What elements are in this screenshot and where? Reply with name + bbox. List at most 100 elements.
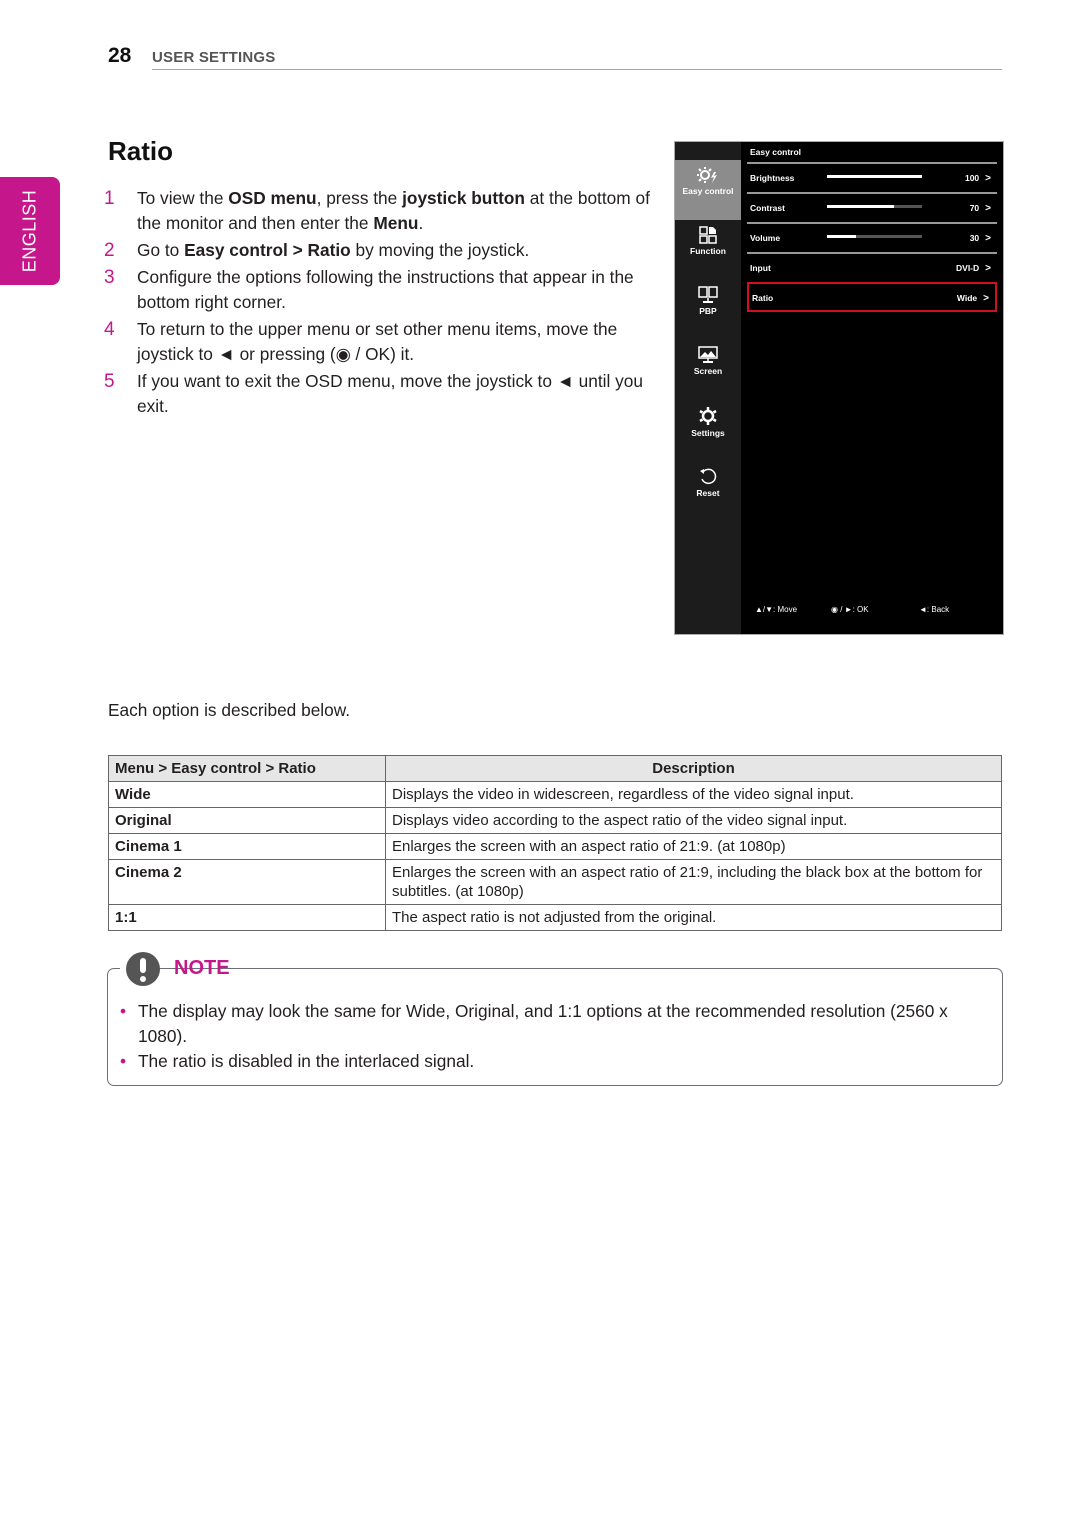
note-item: The display may look the same for Wide, … — [118, 999, 978, 1049]
osd-row-value: Wide > — [957, 293, 989, 304]
step-number: 5 — [104, 371, 115, 392]
osd-row-value-text: Wide — [956, 293, 978, 303]
osd-sidebar-item-function: Function — [675, 220, 741, 276]
description-intro: Each option is described below. — [108, 700, 351, 720]
osd-row-value-text: 30 — [969, 233, 980, 243]
pbp-icon — [675, 286, 741, 304]
step-emphasis: Menu — [373, 213, 419, 233]
osd-level-bar — [827, 235, 922, 238]
osd-row-input: Input DVI-D > — [747, 252, 997, 282]
osd-sidebar-label: Function — [690, 246, 726, 256]
osd-row-value-text: DVI-D — [956, 263, 980, 273]
chevron-right-icon: > — [985, 233, 991, 244]
osd-row-value: 70 > — [970, 203, 991, 214]
header-divider — [152, 69, 1002, 70]
easy-control-icon — [675, 166, 741, 184]
ratio-options-table: Menu > Easy control > Ratio Description … — [108, 755, 1002, 931]
step-number: 1 — [104, 188, 115, 209]
note-header: NOTE — [120, 952, 230, 986]
osd-level-fill — [827, 175, 922, 178]
step-text: by moving the joystick. — [350, 240, 530, 260]
language-tab-label: ENGLISH — [19, 189, 40, 273]
osd-row-label: Contrast — [750, 203, 785, 213]
step-number: 4 — [104, 319, 115, 340]
osd-row-value-text: 70 — [969, 203, 980, 213]
chevron-right-icon: > — [985, 263, 991, 274]
option-name: Cinema 2 — [108, 859, 386, 905]
option-name: Wide — [108, 781, 386, 808]
page-title: Ratio — [108, 136, 173, 166]
screen-icon — [675, 346, 741, 364]
osd-level-bar — [827, 205, 922, 208]
step-emphasis: Easy control > Ratio — [184, 240, 351, 260]
osd-sidebar-item-reset: Reset — [675, 460, 741, 516]
osd-sidebar-item-settings: Settings — [675, 400, 741, 456]
step-text: . — [418, 213, 424, 233]
osd-sidebar-item-pbp: PBP — [675, 280, 741, 336]
step-text: To view the — [137, 188, 229, 208]
note-item: The ratio is disabled in the interlaced … — [118, 1049, 978, 1074]
option-description: Displays the video in widescreen, regard… — [385, 781, 1002, 808]
osd-sidebar-label: Settings — [691, 428, 725, 438]
step-number: 3 — [104, 267, 115, 288]
osd-level-fill — [827, 235, 856, 238]
osd-level-bar — [827, 175, 922, 178]
osd-sidebar-item-screen: Screen — [675, 340, 741, 396]
table-header-row: Menu > Easy control > Ratio Description — [108, 755, 1002, 782]
osd-row-label: Volume — [750, 233, 781, 243]
step-item: 3 Configure the options following the ins… — [104, 265, 664, 315]
step-number: 2 — [104, 240, 115, 261]
language-tab: ENGLISH — [0, 177, 60, 285]
note-list: The display may look the same for Wide, … — [118, 999, 978, 1074]
table-row: Cinema 1 Enlarges the screen with an aspe… — [108, 833, 1002, 860]
osd-row-contrast: Contrast 70 > — [747, 192, 997, 222]
chevron-right-icon: > — [983, 293, 989, 304]
step-emphasis: joystick button — [402, 188, 525, 208]
osd-footer-move: ▲/▼: Move — [755, 605, 798, 614]
option-description: Displays video according to the aspect r… — [385, 807, 1002, 834]
option-description: The aspect ratio is not adjusted from th… — [385, 904, 1002, 931]
osd-row-label: Brightness — [750, 173, 795, 183]
table-row: Cinema 2 Enlarges the screen with an aspe… — [108, 859, 1002, 905]
reset-icon — [675, 466, 741, 486]
table-row: 1:1 The aspect ratio is not adjusted from… — [108, 904, 1002, 931]
exclamation-icon — [126, 952, 160, 986]
step-item: 5 If you want to exit the OSD menu, move … — [104, 369, 664, 419]
step-item: 4 To return to the upper menu or set othe… — [104, 317, 664, 367]
table-row: Wide Displays the video in widescreen, re… — [108, 781, 1002, 808]
osd-menu-screenshot: Easy control Function PBP Screen Settings Res… — [674, 141, 1004, 635]
osd-row-brightness: Brightness 100 > — [747, 162, 997, 192]
step-emphasis: OSD menu — [228, 188, 317, 208]
option-name: Original — [108, 807, 386, 834]
option-name: 1:1 — [108, 904, 386, 931]
step-item: 1 To view the OSD menu, press the joystic… — [104, 186, 664, 236]
option-description: Enlarges the screen with an aspect ratio… — [385, 833, 1002, 860]
note-box: NOTE The display may look the same for W… — [107, 952, 1003, 1086]
osd-heading: Easy control — [750, 147, 802, 157]
chevron-right-icon: > — [985, 203, 991, 214]
osd-sidebar-item-easy-control: Easy control — [675, 160, 741, 220]
step-text: To return to the upper menu or set other… — [137, 319, 618, 364]
steps-list: 1 To view the OSD menu, press the joystic… — [104, 186, 664, 421]
osd-sidebar-label: Reset — [696, 488, 720, 498]
settings-icon — [675, 406, 741, 426]
osd-sidebar: Easy control Function PBP Screen Settings Res… — [675, 142, 741, 634]
osd-sidebar-label: Easy control — [682, 186, 734, 196]
osd-row-value: 100 > — [965, 173, 991, 184]
step-text: , press the — [316, 188, 403, 208]
osd-footer-ok: ◉ / ►: OK — [831, 605, 869, 614]
step-text: Configure the options following the inst… — [137, 267, 634, 312]
section-title: USER SETTINGS — [152, 49, 276, 66]
page-header: 28 USER SETTINGS — [108, 44, 1002, 70]
table-header-menu: Menu > Easy control > Ratio — [108, 755, 386, 782]
osd-sidebar-label: PBP — [699, 306, 717, 316]
option-description: Enlarges the screen with an aspect ratio… — [385, 859, 1002, 905]
osd-row-value-text: 100 — [964, 173, 980, 183]
function-icon — [675, 226, 741, 244]
osd-row-volume: Volume 30 > — [747, 222, 997, 252]
step-item: 2 Go to Easy control > Ratio by moving th… — [104, 238, 664, 263]
osd-level-fill — [827, 205, 894, 208]
table-header-description: Description — [385, 755, 1002, 782]
step-text: If you want to exit the OSD menu, move t… — [137, 371, 644, 416]
osd-main-panel: Easy control Brightness 100 > Contrast 70 > Vo… — [747, 142, 997, 634]
